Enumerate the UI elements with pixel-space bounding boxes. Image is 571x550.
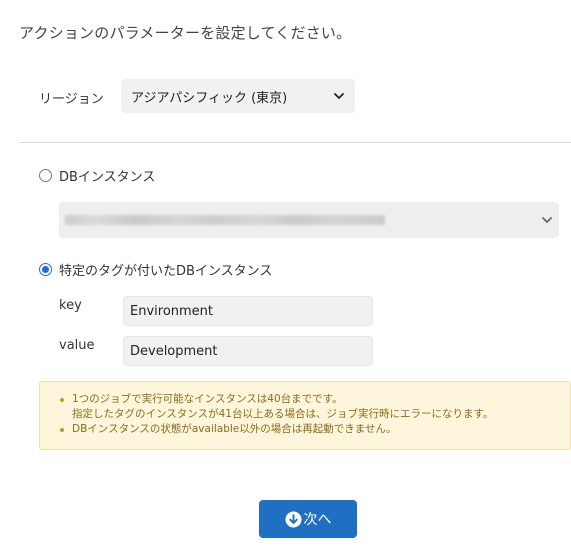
radio-db-instance[interactable]: DBインスタンス — [39, 166, 155, 185]
radio-tagged-db-instance[interactable]: 特定のタグが付いたDBインスタンス — [39, 260, 272, 279]
radio-db-instance-label: DBインスタンス — [59, 170, 156, 185]
page-title: アクションのパラメーターを設定してください。 — [19, 24, 352, 42]
radio-tagged-db-instance-label: 特定のタグが付いたDBインスタンス — [59, 264, 273, 279]
region-label: リージョン — [39, 92, 104, 107]
chevron-down-icon — [334, 93, 344, 99]
region-select-value: アジアパシフィック (東京) — [131, 90, 288, 106]
notice-box: 1つのジョブで実行可能なインスタンスは40台までです。 指定したタグのインスタン… — [39, 381, 571, 450]
notice-item: DBインスタンスの状態がavailable以外の場合は再起動できません。 — [60, 422, 570, 437]
notice-item-text-continued: 指定したタグのインスタンスが41台以上ある場合は、ジョブ実行時にエラーになります… — [72, 408, 494, 420]
db-instance-select[interactable] — [59, 202, 559, 238]
notice-item: 1つのジョブで実行可能なインスタンスは40台までです。 指定したタグのインスタン… — [60, 392, 570, 422]
arrow-down-circle-icon — [284, 510, 302, 528]
section-divider — [19, 142, 571, 143]
next-button[interactable]: 次へ — [259, 500, 357, 538]
radio-button-selected[interactable] — [39, 263, 52, 276]
tag-key-input[interactable]: Environment — [123, 296, 373, 326]
chevron-down-icon — [542, 217, 552, 223]
tag-value-label: value — [59, 338, 95, 353]
tag-key-input-value: Environment — [130, 303, 214, 319]
region-select[interactable]: アジアパシフィック (東京) — [121, 79, 355, 113]
notice-item-text: DBインスタンスの状態がavailable以外の場合は再起動できません。 — [72, 423, 397, 435]
db-instance-select-value-redacted — [65, 215, 385, 225]
tag-value-input[interactable]: Development — [123, 336, 373, 366]
notice-item-text: 1つのジョブで実行可能なインスタンスは40台までです。 — [72, 393, 343, 405]
tag-value-input-value: Development — [130, 343, 218, 359]
tag-key-label: key — [59, 298, 82, 313]
next-button-label: 次へ — [303, 512, 332, 528]
radio-button-unselected[interactable] — [39, 169, 52, 182]
